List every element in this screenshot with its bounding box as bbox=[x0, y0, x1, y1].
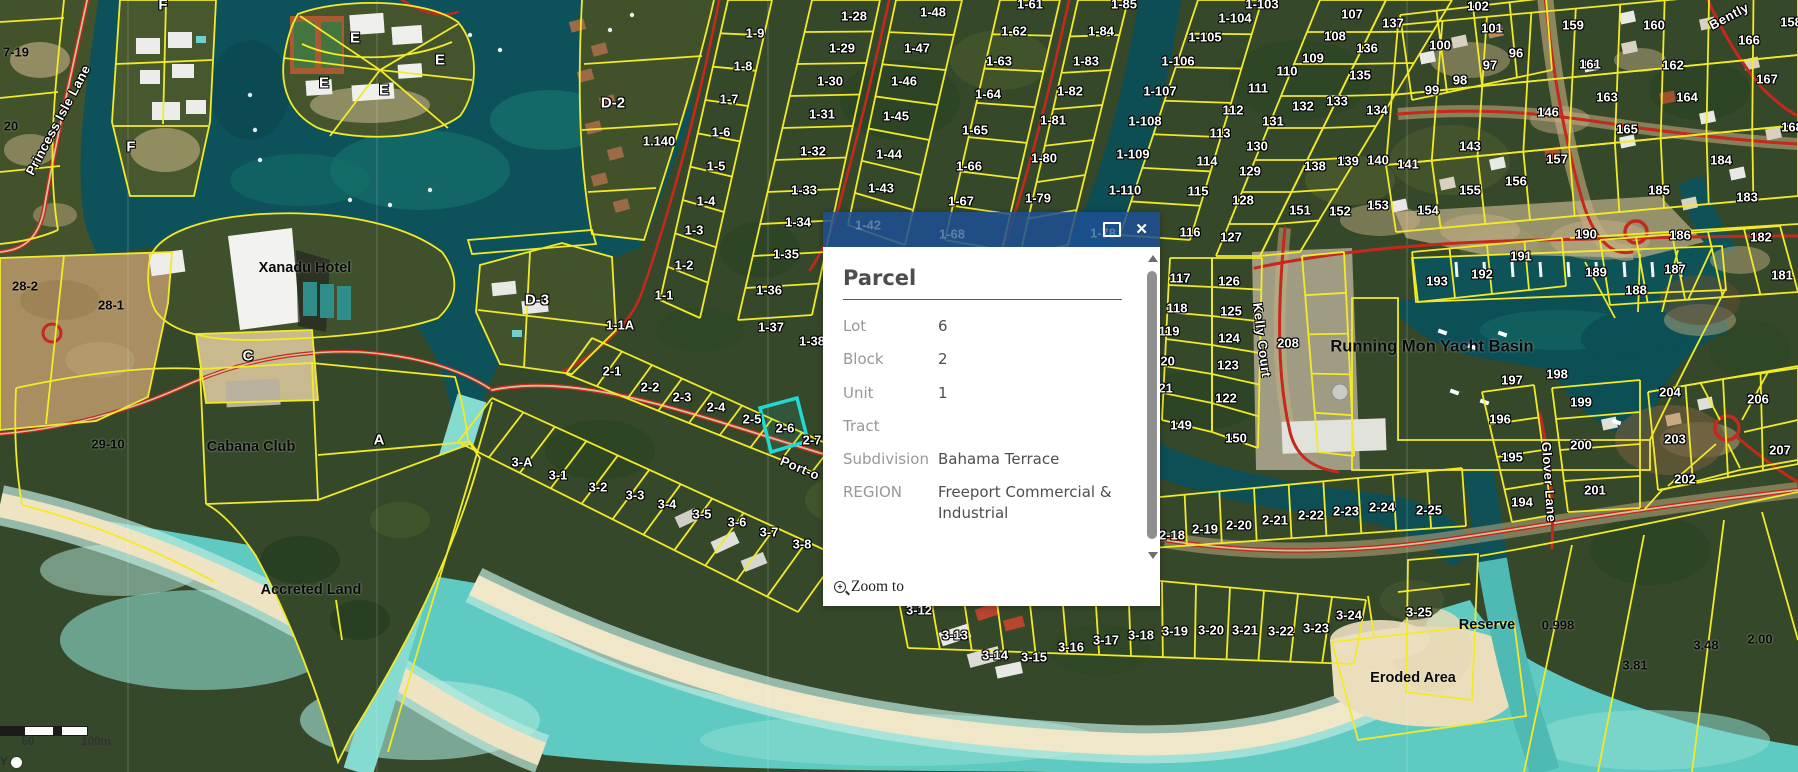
popup-scrollbar[interactable] bbox=[1145, 247, 1160, 568]
attribution: Y bbox=[0, 756, 22, 768]
see-through-parcel-label: 1-42 bbox=[855, 218, 881, 233]
field-row-unit: Unit 1 bbox=[843, 383, 1126, 403]
field-row-subdivision: Subdivision Bahama Terrace bbox=[843, 449, 1126, 469]
popup-title: Parcel bbox=[823, 247, 1160, 299]
scroll-up-arrow-icon[interactable] bbox=[1148, 255, 1158, 262]
scroll-down-arrow-icon[interactable] bbox=[1148, 552, 1158, 559]
popup-header[interactable]: 1-781-681-42 ✕ bbox=[823, 212, 1160, 247]
close-icon[interactable]: ✕ bbox=[1135, 212, 1148, 247]
field-row-block: Block 2 bbox=[843, 349, 1126, 369]
attribution-logo-icon bbox=[11, 757, 22, 768]
scale-label-100m: 100m bbox=[81, 736, 110, 748]
popup-footer: Zoom to bbox=[823, 568, 1160, 606]
scale-label-50: 50 bbox=[22, 736, 35, 748]
popup-fields: Lot 6 Block 2 Unit 1 Tract bbox=[843, 316, 1126, 523]
zoom-to-button[interactable]: Zoom to bbox=[834, 578, 904, 596]
parcel-popup: 1-781-681-42 ✕ Parcel Lot 6 Block 2 bbox=[823, 212, 1160, 606]
zoom-to-magnifier-plus-icon bbox=[834, 581, 846, 593]
scale-bar-labels: 50 100m bbox=[0, 736, 140, 750]
highlighted-parcel-2-6 bbox=[760, 398, 808, 452]
popup-divider bbox=[843, 299, 1122, 300]
see-through-parcel-label: 1-68 bbox=[939, 227, 965, 242]
attribution-text: Y bbox=[0, 756, 7, 768]
maximize-icon[interactable] bbox=[1103, 222, 1121, 237]
scale-bar bbox=[0, 726, 88, 736]
field-row-tract: Tract bbox=[843, 416, 1126, 436]
map-viewer: 1-91-81-71-61-51-41-31-21-11-1A1.1401-28… bbox=[0, 0, 1798, 772]
field-row-region: REGION Freeport Commercial & Industrial bbox=[843, 482, 1126, 523]
popup-body: Parcel Lot 6 Block 2 Unit 1 bbox=[823, 247, 1160, 606]
field-row-lot: Lot 6 bbox=[843, 316, 1126, 336]
scrollbar-thumb[interactable] bbox=[1147, 271, 1157, 539]
